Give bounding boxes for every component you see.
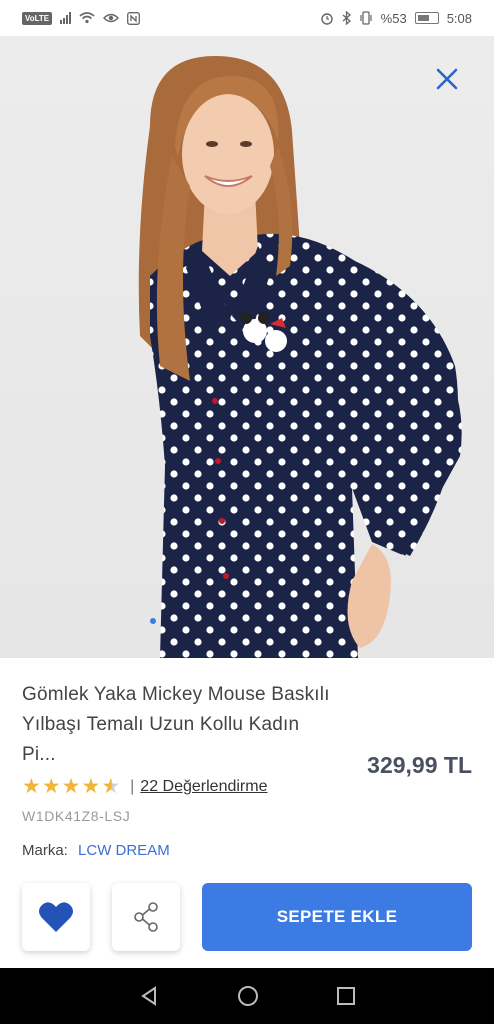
brand-row: Marka: LCW DREAM: [22, 842, 472, 859]
product-price: 329,99 TL: [367, 752, 472, 778]
share-icon: [134, 902, 158, 932]
gallery-page-indicator: [150, 618, 156, 624]
heart-icon: [39, 902, 73, 932]
system-nav-bar: [0, 968, 494, 1024]
wifi-icon: [79, 12, 95, 24]
battery-icon: [414, 12, 439, 24]
rating-separator: |: [130, 778, 135, 795]
star-icon: ★: [61, 775, 81, 798]
product-image-gallery[interactable]: [0, 36, 494, 658]
favorite-button[interactable]: [22, 883, 90, 951]
volte-badge: VoLTE: [22, 11, 53, 25]
close-icon[interactable]: [434, 66, 460, 92]
recents-icon[interactable]: [336, 986, 356, 1006]
alarm-icon: [320, 13, 333, 25]
nfc-icon: [127, 11, 141, 25]
rating-row: ★ ★ ★ ★ ★ | 22 Değerlendirme: [22, 776, 472, 798]
back-icon[interactable]: [138, 985, 160, 1007]
half-star-icon: ★: [101, 775, 121, 798]
product-title: Gömlek Yaka Mickey Mouse Baskılı Yılbaşı…: [22, 684, 330, 765]
star-icon: ★: [22, 775, 41, 798]
action-bar: SEPETE EKLE: [22, 883, 472, 951]
brand-link[interactable]: LCW DREAM: [78, 842, 170, 859]
star-icon: ★: [41, 775, 61, 798]
share-button[interactable]: [112, 883, 180, 951]
reviews-link[interactable]: 22 Değerlendirme: [140, 778, 267, 796]
add-to-cart-button[interactable]: SEPETE EKLE: [202, 883, 472, 951]
status-time: 5:08: [446, 10, 472, 26]
eye-icon: [103, 13, 120, 23]
brand-label: Marka:: [22, 842, 68, 859]
vibrate-icon: [360, 11, 372, 25]
home-icon[interactable]: [237, 985, 259, 1007]
star-icon: ★: [81, 775, 101, 798]
signal-icon: [60, 12, 72, 24]
status-bar: VoLTE %53 5:08: [0, 0, 494, 36]
battery-percent: %53: [380, 10, 407, 26]
product-info: Gömlek Yaka Mickey Mouse Baskılı Yılbaşı…: [22, 680, 472, 859]
product-photo: [138, 56, 462, 658]
rating-stars: ★ ★ ★ ★ ★: [22, 776, 120, 798]
bluetooth-icon: [342, 11, 351, 25]
product-sku: W1DK41Z8-LSJ: [22, 808, 131, 824]
